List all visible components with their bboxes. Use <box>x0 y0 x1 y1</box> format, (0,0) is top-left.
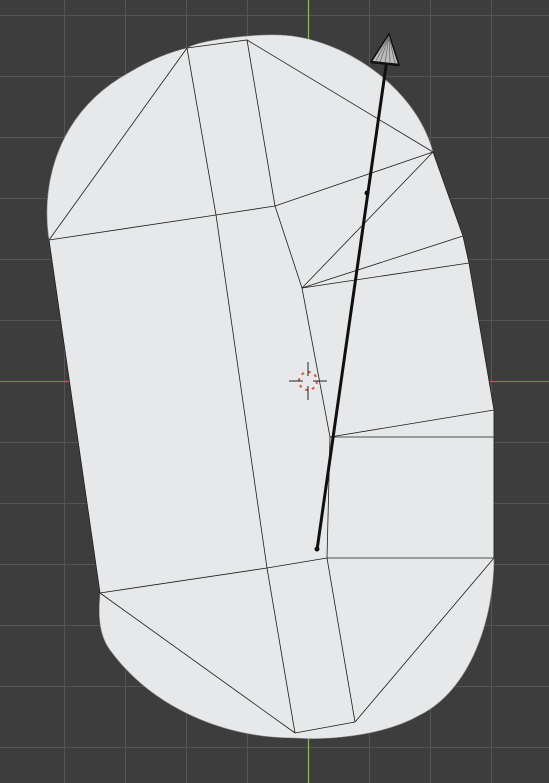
mesh-object[interactable] <box>46 34 495 739</box>
arrow-mid-handle[interactable] <box>364 190 370 196</box>
3d-viewport[interactable] <box>0 0 549 783</box>
arrow-tail-handle[interactable] <box>314 546 320 552</box>
viewport-canvas[interactable] <box>0 0 549 783</box>
